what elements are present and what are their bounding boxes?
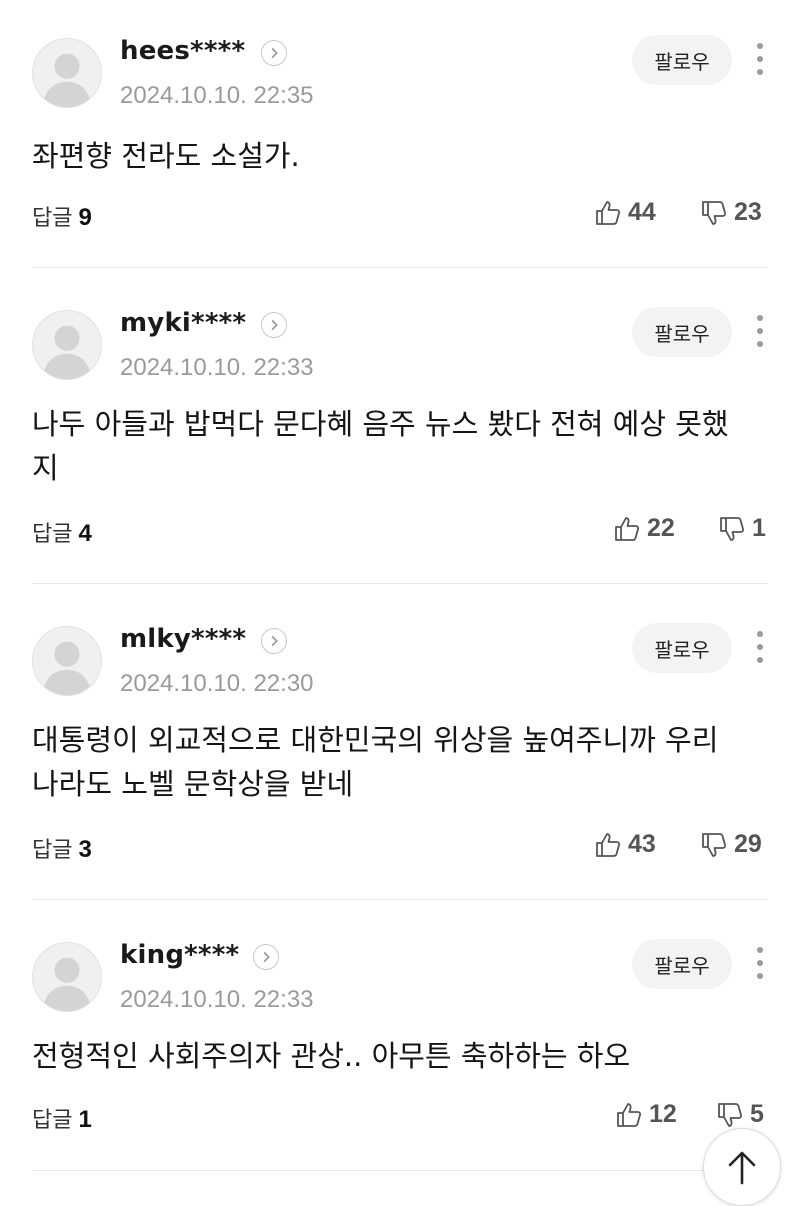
reply-button[interactable]: 답글 3 [32,832,92,864]
comment-text: 나두 아들과 밥먹다 문다혜 음주 뉴스 봤다 전혀 예상 못했지 [32,407,729,485]
username[interactable]: myki**** [120,308,246,338]
like-button[interactable]: 12 [615,1100,677,1129]
like-button[interactable]: 44 [594,198,656,227]
follow-button[interactable]: 팔로우 [632,35,732,85]
chevron-right-icon[interactable] [261,628,287,654]
more-vertical-icon[interactable] [748,38,772,82]
default-avatar-icon[interactable] [32,942,102,1012]
dislike-count: 23 [734,198,762,226]
thumbs-down-icon [718,1102,743,1127]
default-avatar-icon[interactable] [32,38,102,108]
thumbs-up-icon [596,832,621,857]
thumbs-up-icon [615,516,640,541]
divider [32,267,768,268]
thumbs-up-icon [596,200,621,225]
reply-count: 1 [78,1106,92,1133]
reply-label: 답글 [32,838,73,863]
chevron-right-icon[interactable] [253,944,279,970]
divider [32,583,768,584]
like-count: 22 [647,514,675,542]
reply-count: 3 [78,836,92,863]
more-vertical-icon[interactable] [748,942,772,986]
comment-timestamp: 2024.10.10. 22:33 [120,986,314,1013]
reply-count: 9 [78,204,92,231]
thumbs-down-icon [720,516,745,541]
dislike-count: 1 [752,514,766,542]
reply-button[interactable]: 답글 9 [32,200,92,232]
like-button[interactable]: 22 [613,514,675,543]
dislike-count: 29 [734,830,762,858]
follow-button[interactable]: 팔로우 [632,307,732,357]
scroll-to-top-button[interactable] [703,1128,781,1206]
like-button[interactable]: 43 [594,830,656,859]
divider [32,899,768,900]
dislike-button[interactable]: 29 [700,830,762,859]
comment-text: 전형적인 사회주의자 관상.. 아무튼 축하하는 하오 [32,1039,631,1073]
like-count: 12 [649,1100,677,1128]
dislike-button[interactable]: 5 [716,1100,764,1129]
reply-label: 답글 [32,1108,73,1133]
dislike-count: 5 [750,1100,764,1128]
default-avatar-icon[interactable] [32,310,102,380]
comment-text: 대통령이 외교적으로 대한민국의 위상을 높여주니까 우리나라도 노벨 문학상을… [32,723,719,801]
dislike-button[interactable]: 1 [718,514,766,543]
like-count: 43 [628,830,656,858]
reply-button[interactable]: 답글 1 [32,1102,92,1134]
divider [32,1170,768,1171]
username[interactable]: mlky**** [120,624,246,654]
follow-button[interactable]: 팔로우 [632,939,732,989]
chevron-right-icon[interactable] [261,40,287,66]
more-vertical-icon[interactable] [748,310,772,354]
reply-label: 답글 [32,206,73,231]
reply-count: 4 [78,520,92,547]
follow-button[interactable]: 팔로우 [632,623,732,673]
more-vertical-icon[interactable] [748,626,772,670]
thumbs-down-icon [702,200,727,225]
username[interactable]: hees**** [120,36,245,66]
comment-timestamp: 2024.10.10. 22:30 [120,670,314,697]
thumbs-down-icon [702,832,727,857]
default-avatar-icon[interactable] [32,626,102,696]
chevron-right-icon[interactable] [261,312,287,338]
comment-timestamp: 2024.10.10. 22:33 [120,354,314,381]
dislike-button[interactable]: 23 [700,198,762,227]
comment-text: 좌편향 전라도 소설가. [32,139,300,173]
reply-button[interactable]: 답글 4 [32,516,92,548]
username[interactable]: king**** [120,940,239,970]
like-count: 44 [628,198,656,226]
reply-label: 답글 [32,522,73,547]
thumbs-up-icon [617,1102,642,1127]
arrow-up-icon [728,1151,756,1185]
comment-timestamp: 2024.10.10. 22:35 [120,82,314,109]
